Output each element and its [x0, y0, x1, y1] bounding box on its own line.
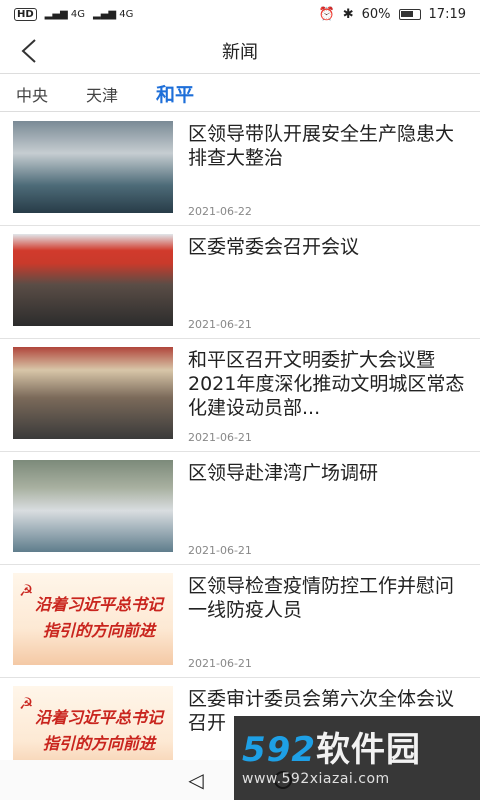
page-title: 新闻	[222, 41, 258, 63]
tab-tianjin[interactable]: 天津	[86, 82, 118, 106]
news-title: 区领导赴津湾广场调研	[188, 462, 379, 484]
banner-line-2: 指引的方向前进	[43, 734, 156, 753]
news-list: 区领导带队开展安全生产隐患大排查大整治 2021-06-22 区委常委会召开会议…	[0, 113, 480, 791]
site-watermark: 592软件园 www.592xiazai.com	[234, 716, 480, 800]
back-button[interactable]	[14, 36, 44, 66]
banner-line-1: 沿着习近平总书记	[35, 595, 164, 614]
news-item[interactable]: 区领导带队开展安全生产隐患大排查大整治 2021-06-22	[0, 113, 480, 226]
battery-percent: 60%	[361, 6, 391, 22]
hd-badge: HD	[14, 7, 37, 21]
bluetooth-icon: ✱	[342, 6, 354, 22]
news-title: 区委常委会召开会议	[188, 236, 360, 258]
news-date: 2021-06-22	[188, 205, 252, 218]
news-item[interactable]: 区领导赴津湾广场调研 2021-06-21	[0, 452, 480, 565]
status-bar: HD ▂▄▆ 4G ▂▄▆ 4G ⏰ ✱ 60% 17:19	[0, 0, 480, 28]
news-date: 2021-06-21	[188, 544, 252, 557]
news-item[interactable]: 区委常委会召开会议 2021-06-21	[0, 226, 480, 339]
news-title: 和平区召开文明委扩大会议暨2021年度深化推动文明城区常态化建设动员部...	[188, 349, 465, 419]
news-date: 2021-06-21	[188, 657, 252, 670]
news-thumbnail	[13, 121, 173, 213]
news-title: 区领导带队开展安全生产隐患大排查大整治	[188, 123, 455, 169]
nav-back-icon[interactable]: ◁	[188, 768, 203, 792]
banner-line-1: 沿着习近平总书记	[35, 708, 164, 727]
battery-icon	[398, 8, 421, 20]
news-date: 2021-06-21	[188, 318, 252, 331]
category-tabs: 中央 天津 和平	[0, 76, 480, 112]
tab-heping[interactable]: 和平	[156, 80, 194, 107]
watermark-brand: 软件园	[315, 730, 421, 770]
tab-zhongyang[interactable]: 中央	[16, 82, 48, 106]
watermark-number: 592	[242, 730, 316, 770]
top-nav-bar: 新闻	[0, 28, 480, 74]
news-title: 区领导检查疫情防控工作并慰问一线防疫人员	[188, 575, 455, 621]
news-item[interactable]: ☭ 沿着习近平总书记 指引的方向前进 区领导检查疫情防控工作并慰问一线防疫人员 …	[0, 565, 480, 678]
alarm-icon: ⏰	[318, 6, 335, 22]
party-emblem-icon: ☭	[19, 694, 34, 713]
party-emblem-icon: ☭	[19, 581, 34, 600]
clock: 17:19	[428, 6, 466, 22]
news-thumbnail	[13, 460, 173, 552]
chevron-left-icon	[21, 39, 36, 63]
news-thumbnail	[13, 347, 173, 439]
news-thumbnail: ☭ 沿着习近平总书记 指引的方向前进	[13, 573, 173, 665]
banner-line-2: 指引的方向前进	[43, 621, 156, 640]
news-item[interactable]: 和平区召开文明委扩大会议暨2021年度深化推动文明城区常态化建设动员部... 2…	[0, 339, 480, 452]
watermark-url: www.592xiazai.com	[242, 771, 390, 787]
signal-icon-2: ▂▄▆ 4G	[93, 8, 134, 20]
news-thumbnail	[13, 234, 173, 326]
news-date: 2021-06-21	[188, 431, 252, 444]
signal-icon-1: ▂▄▆ 4G	[44, 8, 86, 20]
